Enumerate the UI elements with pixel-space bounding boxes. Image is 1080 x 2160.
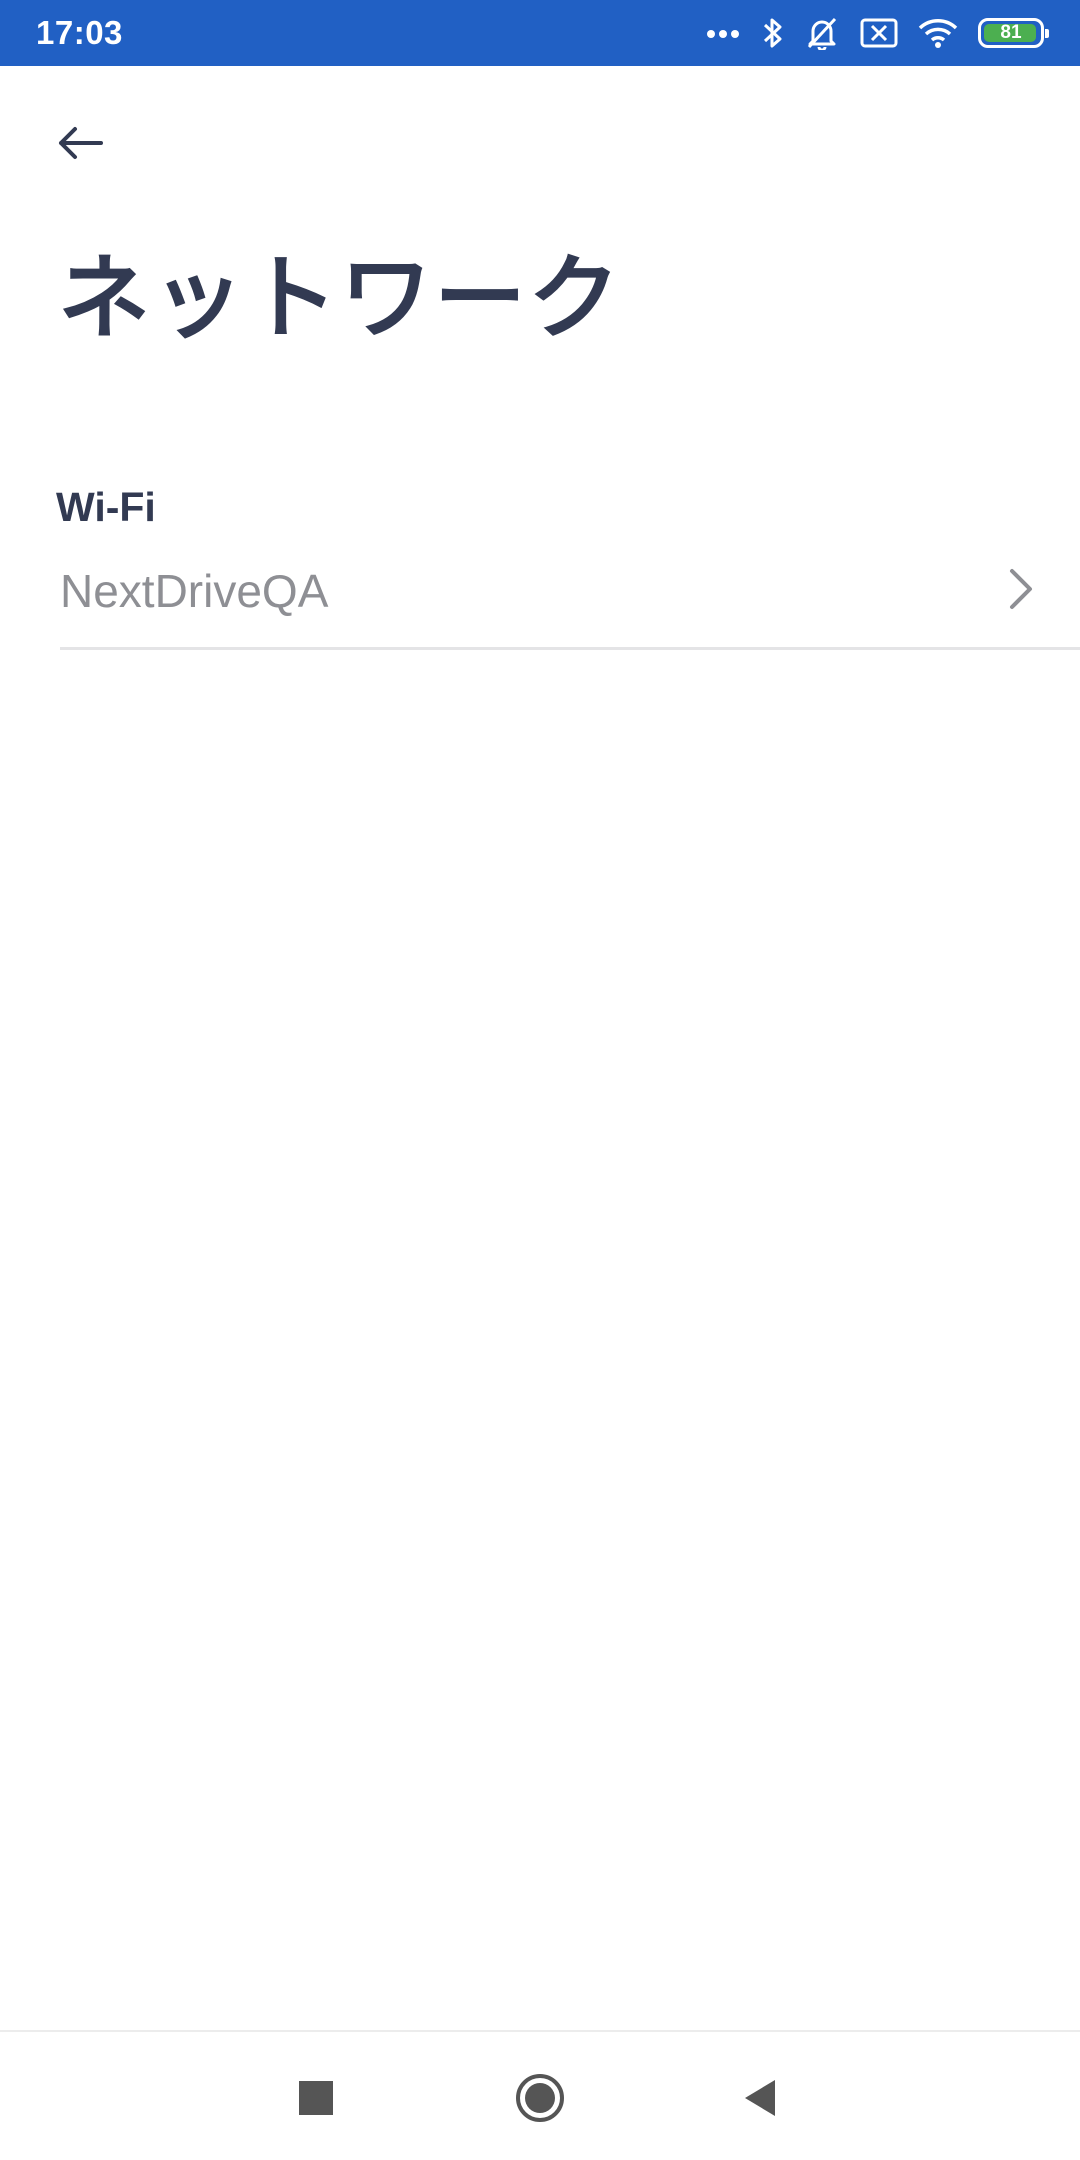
screen: 17:03 81 ネットワーク Wi-Fi NextDriveQA	[0, 0, 1080, 2160]
mute-icon	[804, 16, 840, 50]
status-bar: 17:03 81	[0, 0, 1080, 66]
home-button[interactable]	[510, 2070, 570, 2130]
navigation-bar	[0, 2030, 1080, 2160]
system-back-button[interactable]	[730, 2070, 790, 2130]
more-dots-icon	[706, 27, 742, 39]
chevron-right-icon	[1006, 565, 1036, 631]
sim-off-icon	[860, 18, 898, 48]
recents-square-icon	[299, 2081, 333, 2119]
recents-button[interactable]	[286, 2070, 346, 2130]
wifi-icon	[918, 17, 958, 49]
status-icons: 81	[706, 16, 1049, 50]
page-title: ネットワーク	[58, 245, 623, 352]
back-triangle-icon	[743, 2078, 777, 2122]
home-circle-icon	[514, 2072, 566, 2128]
battery-icon: 81	[978, 18, 1049, 48]
wifi-section-label: Wi-Fi	[56, 484, 156, 530]
arrow-left-icon	[55, 123, 105, 167]
battery-level: 81	[1000, 22, 1022, 43]
wifi-network-name: NextDriveQA	[60, 564, 329, 617]
wifi-network-row[interactable]: NextDriveQA	[60, 548, 1080, 650]
battery-tip	[1045, 29, 1049, 38]
back-button[interactable]	[40, 110, 120, 180]
bluetooth-icon	[762, 16, 784, 50]
status-time: 17:03	[36, 14, 123, 51]
